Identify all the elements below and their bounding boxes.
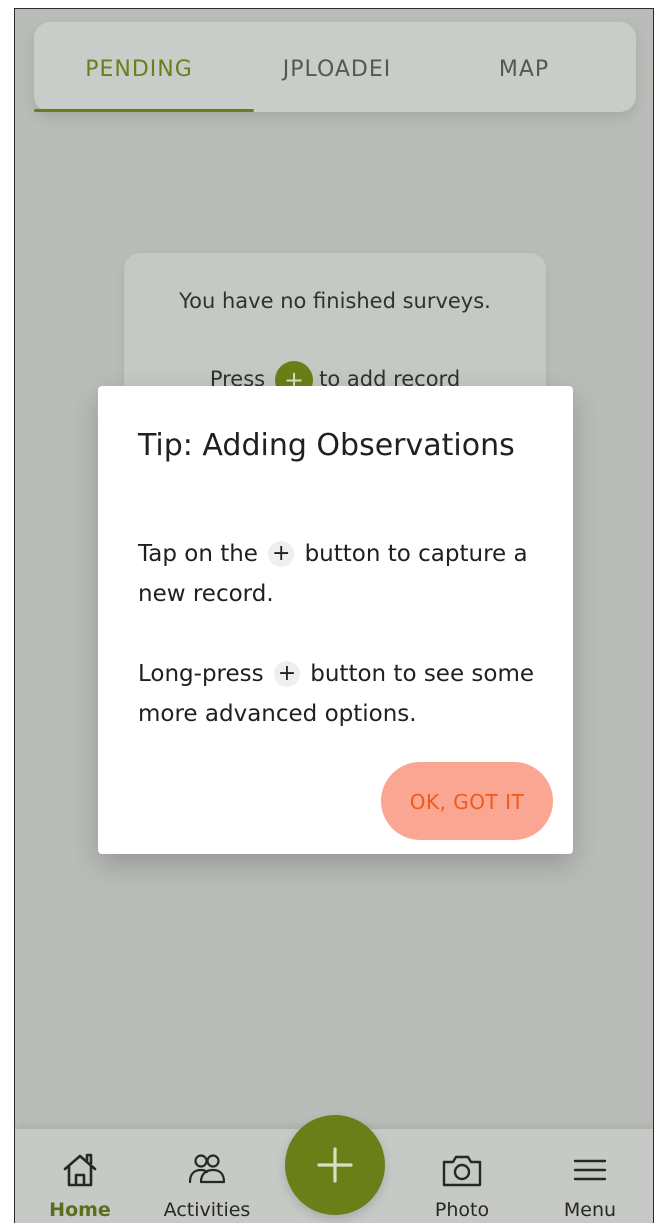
nav-menu[interactable]: Menu <box>535 1129 645 1223</box>
people-icon <box>184 1147 230 1193</box>
add-record-button[interactable] <box>285 1115 385 1215</box>
tab-map[interactable]: MAP <box>474 56 574 84</box>
empty-state-message: You have no finished surveys. <box>179 289 491 313</box>
app-screen: PENDING JPLOADEI MAP You have no finishe… <box>14 8 654 1223</box>
camera-icon <box>439 1147 485 1193</box>
menu-icon <box>567 1147 613 1193</box>
active-tab-indicator <box>34 109 254 112</box>
nav-menu-label: Menu <box>563 1199 617 1221</box>
nav-activities[interactable]: Activities <box>152 1129 262 1223</box>
long-press-text-before: Long-press <box>138 661 264 687</box>
ok-got-it-button[interactable]: OK, GOT IT <box>381 762 553 840</box>
tap-text-before: Tap on the <box>138 541 258 567</box>
plus-icon: + <box>273 661 300 687</box>
nav-photo[interactable]: Photo <box>407 1129 517 1223</box>
nav-photo-label: Photo <box>434 1199 490 1221</box>
nav-home-label: Home <box>49 1199 111 1221</box>
plus-icon <box>317 1147 353 1183</box>
tip-dialog: Tip: Adding Observations Tap on the + bu… <box>98 386 573 854</box>
dialog-body: Tap on the + button to capture a new rec… <box>138 534 548 774</box>
tab-pending[interactable]: PENDING <box>79 56 199 84</box>
nav-activities-label: Activities <box>163 1199 251 1221</box>
dialog-paragraph-tap: Tap on the + button to capture a new rec… <box>138 534 548 614</box>
home-icon <box>57 1147 103 1193</box>
plus-icon: + <box>268 541 295 567</box>
tab-bar: PENDING JPLOADEI MAP <box>34 22 636 112</box>
nav-home[interactable]: Home <box>25 1129 135 1223</box>
dialog-paragraph-long-press: Long-press + button to see some more adv… <box>138 654 548 734</box>
dialog-title: Tip: Adding Observations <box>138 428 515 463</box>
tab-uploaded[interactable]: JPLOADEI <box>267 56 407 84</box>
